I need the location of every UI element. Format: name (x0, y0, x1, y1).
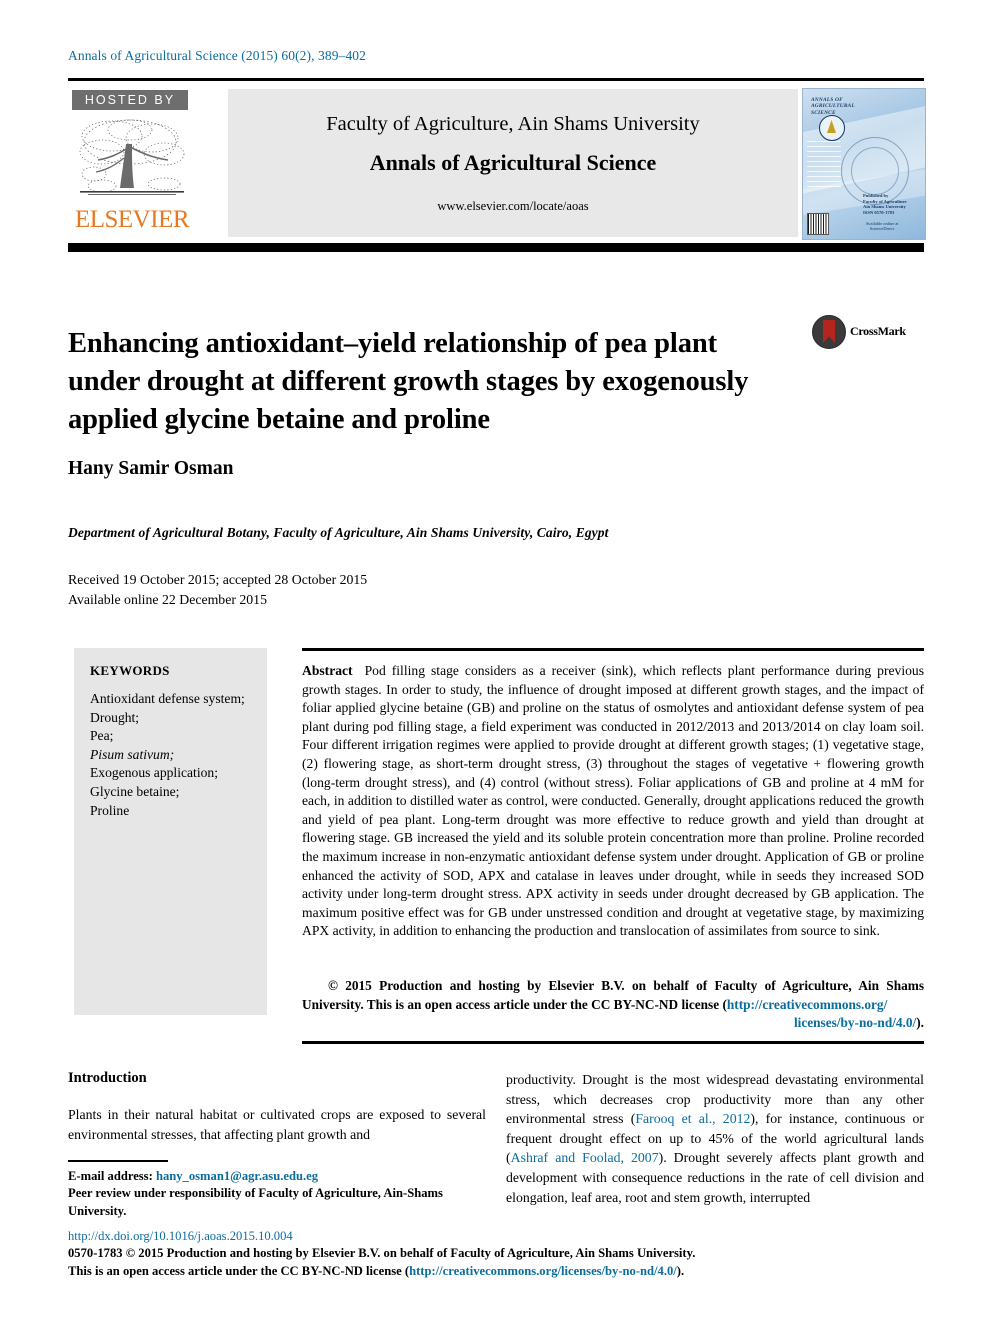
journal-name: Annals of Agricultural Science (369, 150, 657, 175)
keyword-item: Pisum sativum; (90, 746, 175, 762)
crossmark-badge[interactable]: CrossMark (812, 315, 924, 349)
abstract-section: Abstract Pod filling stage considers as a… (302, 662, 924, 941)
cover-barcode-icon (807, 213, 829, 235)
doi-link[interactable]: http://dx.doi.org/10.1016/j.aoas.2015.10… (68, 1228, 924, 1245)
abstract-rule-top (302, 648, 924, 651)
footer-license-post: ). (676, 1263, 685, 1278)
introduction-paragraph-right: productivity. Drought is the most widesp… (506, 1070, 924, 1207)
journal-title-box: Faculty of Agriculture, Ain Shams Univer… (228, 89, 798, 237)
keyword-item: Proline (90, 802, 130, 818)
journal-faculty-line: Faculty of Agriculture, Ain Shams Univer… (326, 113, 700, 135)
copyright-text-end: ). (916, 1015, 924, 1031)
abstract-label: Abstract (302, 663, 353, 678)
section-heading-introduction: Introduction (68, 1070, 147, 1086)
keywords-box: KEYWORDS Antioxidant defense system; Dro… (74, 648, 267, 1015)
abstract-rule-bottom (302, 1041, 924, 1044)
citation-link-farooq[interactable]: Farooq et al., 2012 (635, 1111, 750, 1126)
peer-review-note: Peer review under responsibility of Facu… (68, 1186, 443, 1218)
cover-publisher-text: Published by Faculty of Agriculture Ain Sh… (863, 193, 907, 215)
footer-copyright-line: 0570-1783 © 2015 Production and hosting … (68, 1246, 696, 1261)
hosted-by-banner: HOSTED BY (72, 90, 188, 110)
page-footer: http://dx.doi.org/10.1016/j.aoas.2015.10… (68, 1228, 924, 1280)
keywords-heading: KEYWORDS (90, 663, 170, 678)
citation-link-ashraf[interactable]: Ashraf and Foolad, 2007 (511, 1150, 659, 1165)
header-rule-top (68, 78, 924, 81)
keyword-item: Glycine betaine; (90, 783, 180, 799)
email-address-link[interactable]: hany_osman1@agr.asu.edu.eg (156, 1169, 318, 1183)
author-affiliation: Department of Agricultural Botany, Facul… (68, 525, 609, 540)
footnote-block: E-mail address: hany_osman1@agr.asu.edu.… (68, 1168, 488, 1220)
elsevier-tree-icon (72, 114, 192, 206)
elsevier-logo-block: HOSTED BY ELSEVIER (68, 88, 216, 238)
keyword-item: Antioxidant defense system; (90, 691, 245, 706)
cover-university-emblem-icon (819, 115, 845, 141)
crossmark-circle-icon (812, 315, 846, 349)
cover-line-pattern (807, 141, 841, 207)
cover-title-text: ANNALS OF AGRICULTURAL SCIENCE (811, 97, 855, 116)
footnote-rule (68, 1160, 168, 1162)
footer-license-pre: This is an open access article under the… (68, 1263, 410, 1278)
journal-url: www.elsevier.com/locate/aoas (437, 199, 589, 213)
keyword-item: Pea; (90, 728, 114, 744)
introduction-right-column: productivity. Drought is the most widesp… (506, 1070, 924, 1207)
article-page: Annals of Agricultural Science (2015) 60… (0, 0, 992, 1323)
abstract-copyright: © 2015 Production and hosting by Elsevie… (302, 977, 924, 1033)
license-link-part1[interactable]: http://creativecommons.org/ (727, 997, 887, 1012)
footer-license-link[interactable]: http://creativecommons.org/licenses/by-n… (409, 1264, 677, 1278)
journal-header-band: HOSTED BY ELSEVIER Faculty of Agricultur… (68, 88, 926, 240)
email-line: E-mail address: hany_osman1@agr.asu.edu.… (68, 1168, 488, 1185)
running-head: Annals of Agricultural Science (2015) 60… (68, 48, 367, 63)
article-dates: Received 19 October 2015; accepted 28 Oc… (68, 570, 367, 610)
crossmark-label: CrossMark (850, 324, 906, 338)
elsevier-wordmark: ELSEVIER (74, 206, 190, 233)
email-label: E-mail address: (68, 1169, 153, 1183)
received-date: Received 19 October 2015; accepted 28 Oc… (68, 572, 368, 587)
header-rule-bottom (68, 243, 924, 252)
page-title: Enhancing antioxidant–yield relationship… (68, 328, 749, 436)
available-online-date: Available online 22 December 2015 (68, 592, 267, 607)
footer-license-line: This is an open access article under the… (68, 1263, 924, 1280)
introduction-paragraph-left: Plants in their natural habitat or culti… (68, 1107, 486, 1142)
introduction-left-column: Introduction Plants in their natural hab… (68, 1070, 486, 1144)
keyword-item: Drought; (90, 709, 140, 725)
journal-cover-thumbnail: ANNALS OF AGRICULTURAL SCIENCE Published b… (802, 88, 926, 240)
author-name: Hany Samir Osman (68, 458, 234, 479)
keywords-list: Antioxidant defense system; Drought; Pea… (90, 690, 260, 820)
cover-bottom-text: Available online at ScienceDirect (865, 221, 899, 232)
abstract-text: Pod filling stage considers as a receive… (302, 663, 924, 939)
crossmark-ribbon-icon (823, 320, 835, 343)
license-link-part2[interactable]: licenses/by-no-nd/4.0/ (794, 1015, 916, 1030)
keyword-item: Exogenous application; (90, 765, 218, 781)
